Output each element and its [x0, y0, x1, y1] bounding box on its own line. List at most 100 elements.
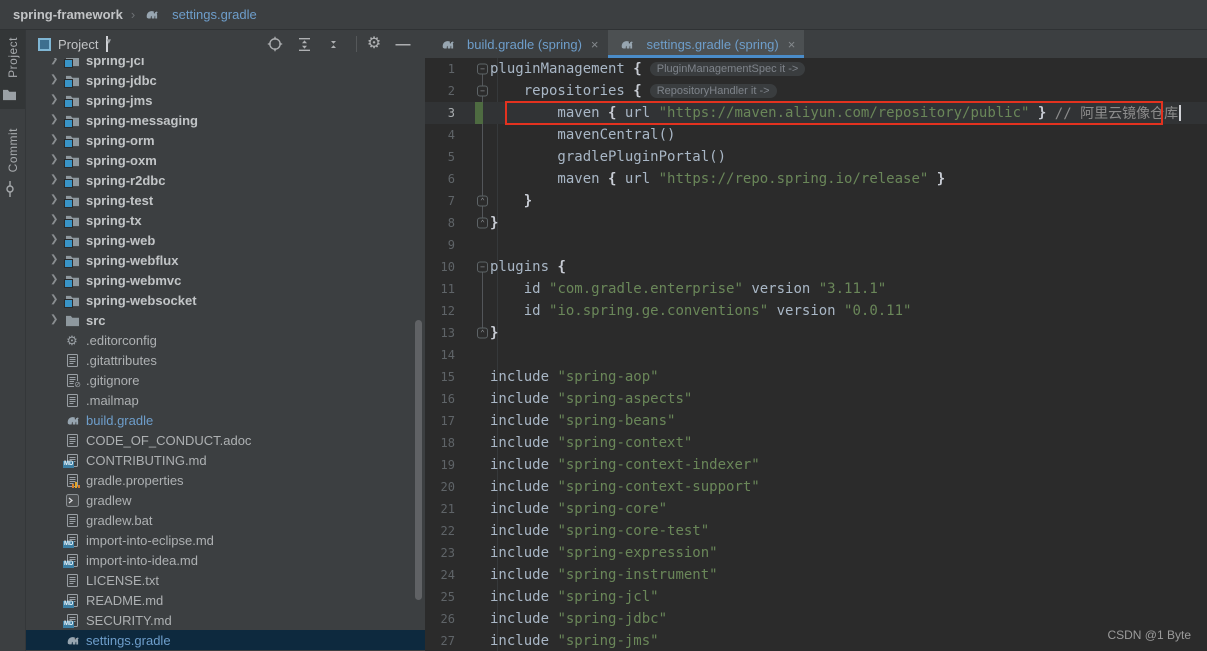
chevron-right-icon[interactable]: ❯ — [50, 275, 64, 285]
chevron-right-icon[interactable]: ❯ — [50, 75, 64, 85]
code-line-3: 3 maven { url "https://maven.aliyun.com/… — [425, 101, 1207, 125]
fold-open-icon[interactable]: − — [477, 63, 488, 75]
locate-opened-file-button[interactable] — [267, 35, 287, 53]
gutter — [455, 542, 490, 564]
code-line-22: 22 include "spring-core-test" — [425, 520, 1207, 542]
code-line-1: 1 − pluginManagement {PluginManagementSpec… — [425, 58, 1207, 80]
gutter — [455, 586, 490, 608]
gutter: ⌃ — [455, 212, 490, 234]
module-folder-icon — [64, 292, 80, 308]
tree-item-spring-web[interactable]: ❯ spring-web — [26, 230, 425, 250]
tree-item-build-gradle[interactable]: build.gradle — [26, 410, 425, 430]
code-text: repositories {RepositoryHandler it -> — [490, 80, 1207, 102]
project-tree-scrollbar[interactable] — [415, 320, 422, 600]
tree-item--gitignore[interactable]: ⊘ .gitignore — [26, 370, 425, 390]
tree-item-src[interactable]: ❯ src — [26, 310, 425, 330]
commit-icon — [2, 181, 18, 198]
tree-item-spring-orm[interactable]: ❯ spring-orm — [26, 130, 425, 150]
tree-item--mailmap[interactable]: .mailmap — [26, 390, 425, 410]
vcs-change-marker — [475, 102, 483, 124]
tree-item-spring-webflux[interactable]: ❯ spring-webflux — [26, 250, 425, 270]
settings-button[interactable]: ⚙ — [367, 35, 386, 53]
code-editor[interactable]: 1− pluginManagement {PluginManagementSpec… — [425, 58, 1207, 651]
tree-item-spring-messaging[interactable]: ❯ spring-messaging — [26, 110, 425, 130]
tree-item-spring-r2dbc[interactable]: ❯ spring-r2dbc — [26, 170, 425, 190]
tree-item-spring-test[interactable]: ❯ spring-test — [26, 190, 425, 210]
tree-item-readme-md[interactable]: MD README.md — [26, 590, 425, 610]
module-folder-icon — [64, 72, 80, 88]
chevron-right-icon[interactable]: ❯ — [50, 95, 64, 105]
tree-item-security-md[interactable]: MD SECURITY.md — [26, 610, 425, 630]
gradle-icon — [64, 632, 80, 648]
chevron-right-icon[interactable]: ❯ — [50, 155, 64, 165]
code-line-18: 18 include "spring-context" — [425, 432, 1207, 454]
fold-end-icon[interactable]: ⌃ — [477, 327, 488, 339]
tree-item-code-of-conduct-adoc[interactable]: CODE_OF_CONDUCT.adoc — [26, 430, 425, 450]
gutter — [455, 388, 490, 410]
tree-item-license-txt[interactable]: LICENSE.txt — [26, 570, 425, 590]
project-folder-icon — [2, 87, 18, 103]
tree-item-spring-webmvc[interactable]: ❯ spring-webmvc — [26, 270, 425, 290]
tree-item-import-into-idea-md[interactable]: MD import-into-idea.md — [26, 550, 425, 570]
tool-button-label: Project — [5, 37, 20, 78]
chevron-right-icon[interactable]: ❯ — [50, 135, 64, 145]
tree-item--gitattributes[interactable]: .gitattributes — [26, 350, 425, 370]
editor-tab-settings.gradle[interactable]: settings.gradle (spring) × — [607, 30, 805, 58]
close-tab-icon[interactable]: × — [591, 37, 599, 52]
code-text: include "spring-context" — [490, 435, 693, 451]
chevron-right-icon[interactable]: ❯ — [50, 58, 64, 65]
module-folder-icon — [64, 92, 80, 108]
hide-panel-button[interactable]: — — [396, 35, 415, 53]
code-line-11: 11 id "com.gradle.enterprise" version "3… — [425, 278, 1207, 300]
chevron-right-icon[interactable]: ❯ — [50, 115, 64, 125]
tree-item-spring-jms[interactable]: ❯ spring-jms — [26, 90, 425, 110]
code-line-7: 7 ⌃ } — [425, 190, 1207, 212]
close-tab-icon[interactable]: × — [788, 37, 796, 52]
chevron-right-icon[interactable]: ❯ — [50, 295, 64, 305]
tree-item-spring-websocket[interactable]: ❯ spring-websocket — [26, 290, 425, 310]
chevron-right-icon[interactable]: ❯ — [50, 255, 64, 265]
tree-item-label: .editorconfig — [86, 332, 157, 348]
tool-button-project[interactable]: Project — [0, 30, 25, 109]
collapse-all-button[interactable] — [327, 35, 345, 53]
tree-item-gradlew-bat[interactable]: gradlew.bat — [26, 510, 425, 530]
tree-item-spring-jdbc[interactable]: ❯ spring-jdbc — [26, 70, 425, 90]
editor-tab-build.gradle[interactable]: build.gradle (spring) × — [428, 30, 608, 58]
gradle-icon — [143, 7, 159, 23]
tree-item-settings-gradle[interactable]: settings.gradle — [26, 630, 425, 650]
line-number: 13 — [440, 326, 455, 340]
code-line-6: 6 maven { url "https://repo.spring.io/re… — [425, 168, 1207, 190]
line-number: 16 — [440, 392, 455, 406]
fold-open-icon[interactable]: − — [477, 261, 488, 273]
line-number: 23 — [440, 546, 455, 560]
tool-button-commit[interactable]: Commit — [0, 121, 25, 203]
chevron-right-icon[interactable]: ❯ — [50, 175, 64, 185]
expand-all-button[interactable] — [298, 35, 316, 53]
tab-label: settings.gradle (spring) — [646, 36, 779, 52]
breadcrumb-file[interactable]: settings.gradle — [172, 7, 257, 22]
fold-open-icon[interactable]: − — [477, 85, 488, 97]
chevron-right-icon[interactable]: ❯ — [50, 195, 64, 205]
tree-item-gradlew[interactable]: gradlew — [26, 490, 425, 510]
chevron-right-icon[interactable]: ❯ — [50, 315, 64, 325]
module-folder-icon — [64, 132, 80, 148]
text-file-icon — [64, 352, 80, 368]
project-view-selector[interactable]: Project ▾ — [38, 36, 111, 52]
text-file-icon — [64, 392, 80, 408]
gutter — [455, 366, 490, 388]
tree-item-spring-jcl[interactable]: ❯ spring-jcl — [26, 58, 425, 70]
fold-end-icon[interactable]: ⌃ — [477, 217, 488, 229]
tree-item-spring-oxm[interactable]: ❯ spring-oxm — [26, 150, 425, 170]
breadcrumb-project[interactable]: spring-framework — [13, 7, 123, 22]
chevron-right-icon[interactable]: ❯ — [50, 235, 64, 245]
gradle-icon — [619, 36, 635, 52]
line-number: 14 — [440, 348, 455, 362]
tree-item-contributing-md[interactable]: MD CONTRIBUTING.md — [26, 450, 425, 470]
code-line-26: 26 include "spring-jdbc" — [425, 608, 1207, 630]
tree-item-import-into-eclipse-md[interactable]: MD import-into-eclipse.md — [26, 530, 425, 550]
fold-end-icon[interactable]: ⌃ — [477, 195, 488, 207]
tree-item-gradle-properties[interactable]: gradle.properties — [26, 470, 425, 490]
tree-item-spring-tx[interactable]: ❯ spring-tx — [26, 210, 425, 230]
chevron-right-icon[interactable]: ❯ — [50, 215, 64, 225]
tree-item--editorconfig[interactable]: ⚙ .editorconfig — [26, 330, 425, 350]
